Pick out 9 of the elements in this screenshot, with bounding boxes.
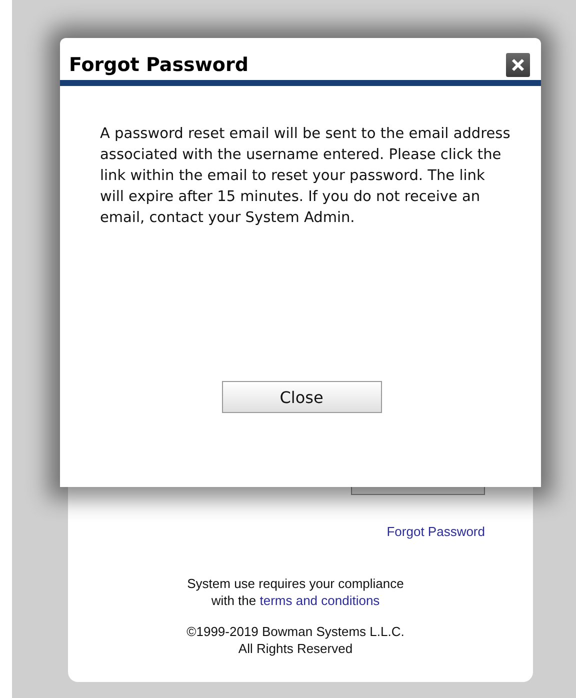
terms-link[interactable]: terms and conditions <box>260 593 380 608</box>
forgot-password-link[interactable]: Forgot Password <box>386 524 485 539</box>
dialog-title: Forgot Password <box>69 54 248 76</box>
close-icon[interactable] <box>506 53 530 77</box>
rights-text: All Rights Reserved <box>238 640 353 657</box>
dialog-message: A password reset email will be sent to the email address associated with the username entered. Please click the link within the email to reset your password. The link will expire after 15 minutes. If you do not receive an email, contact your System Admin. <box>100 125 511 228</box>
copyright-text: ©1999-2019 Bowman Systems L.L.C. <box>186 623 404 640</box>
compliance-text: System use requires your compliance with the terms and conditions <box>186 575 405 609</box>
close-button[interactable]: Close <box>222 381 382 413</box>
